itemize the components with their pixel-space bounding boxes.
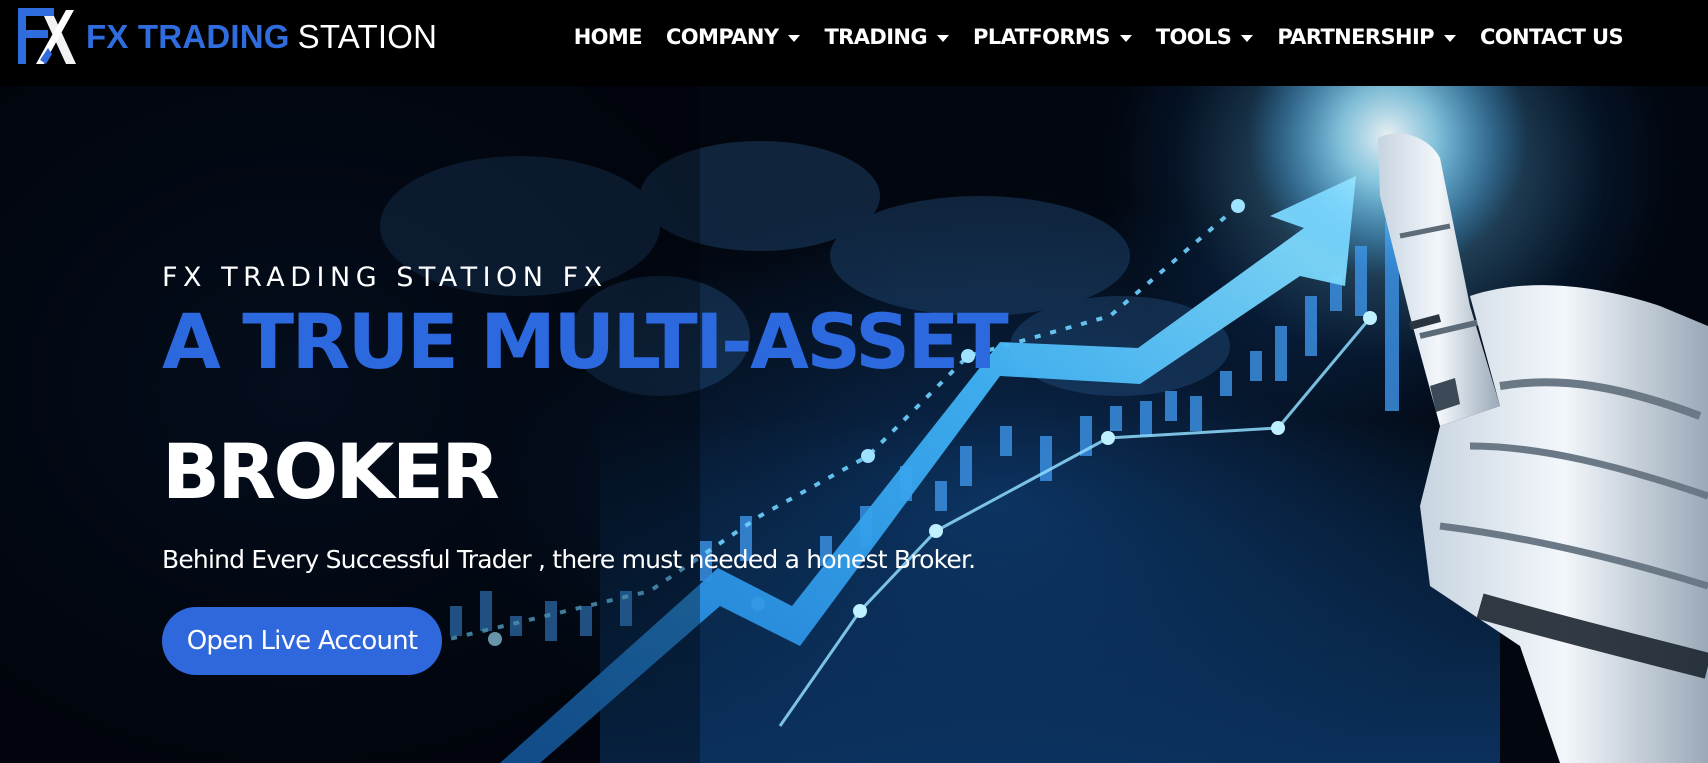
hero-headline-line-1: A TRUE MULTI-ASSET: [162, 297, 1009, 386]
page: FX TRADING STATION HOME COMPANY TRADING P…: [0, 0, 1708, 763]
nav-item-label: TOOLS: [1155, 25, 1232, 49]
caret-down-icon: [788, 34, 801, 42]
logo-text-light: STATION: [297, 17, 438, 55]
caret-down-icon: [937, 34, 950, 42]
hero-banner: FX TRADING STATION FX A TRUE MULTI-ASSET…: [0, 86, 1708, 763]
logo-text-strong: FX TRADING: [86, 17, 290, 55]
hero-tagline: Behind Every Successful Trader , there m…: [162, 545, 976, 574]
nav-item-label: COMPANY: [665, 25, 779, 49]
nav-item-tools[interactable]: TOOLS: [1144, 18, 1266, 56]
nav-item-trading[interactable]: TRADING: [812, 18, 961, 56]
caret-down-icon: [1443, 34, 1456, 42]
navbar: FX TRADING STATION HOME COMPANY TRADING P…: [0, 0, 1708, 86]
site-logo[interactable]: FX TRADING STATION: [14, 4, 437, 68]
fx-logo-icon: [18, 8, 76, 64]
nav-item-company[interactable]: COMPANY: [654, 18, 812, 56]
logo-text: FX TRADING STATION: [86, 20, 437, 53]
nav-item-home[interactable]: HOME: [562, 18, 654, 56]
hero-eyebrow: FX TRADING STATION FX: [162, 262, 608, 293]
nav-item-label: TRADING: [824, 25, 928, 49]
nav-item-partnership[interactable]: PARTNERSHIP: [1265, 18, 1468, 56]
caret-down-icon: [1119, 34, 1132, 42]
nav-item-label: HOME: [573, 25, 643, 49]
main-nav: HOME COMPANY TRADING PLATFORMS TOOLS PAR…: [562, 18, 1635, 56]
hero-headline-line-2: BROKER: [162, 427, 500, 516]
nav-item-label: PLATFORMS: [973, 25, 1110, 49]
caret-down-icon: [1241, 34, 1254, 42]
open-live-account-button[interactable]: Open Live Account: [162, 607, 442, 675]
nav-item-contact-us[interactable]: CONTACT US: [1468, 18, 1635, 56]
nav-item-label: CONTACT US: [1479, 25, 1624, 49]
nav-item-platforms[interactable]: PLATFORMS: [961, 18, 1144, 56]
nav-item-label: PARTNERSHIP: [1277, 25, 1434, 49]
